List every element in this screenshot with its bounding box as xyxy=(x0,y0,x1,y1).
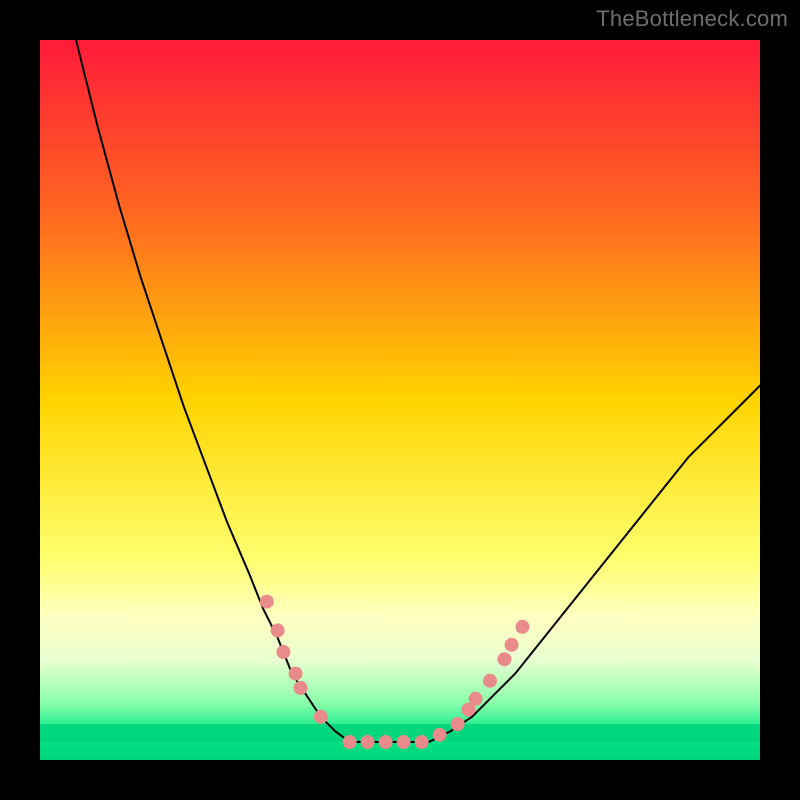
data-marker xyxy=(515,620,529,634)
gradient-background xyxy=(40,40,760,760)
data-marker xyxy=(343,735,357,749)
data-marker xyxy=(289,667,303,681)
data-marker xyxy=(260,595,274,609)
data-marker xyxy=(415,735,429,749)
data-marker xyxy=(294,681,308,695)
plot-area xyxy=(40,40,760,760)
watermark-text: TheBottleneck.com xyxy=(596,6,788,32)
data-marker xyxy=(276,645,290,659)
data-marker xyxy=(271,623,285,637)
data-marker xyxy=(469,692,483,706)
data-marker xyxy=(397,735,411,749)
data-marker xyxy=(483,674,497,688)
data-marker xyxy=(314,710,328,724)
chart-svg xyxy=(40,40,760,760)
data-marker xyxy=(433,728,447,742)
data-marker xyxy=(451,717,465,731)
data-marker xyxy=(497,652,511,666)
chart-frame: TheBottleneck.com xyxy=(0,0,800,800)
data-marker xyxy=(379,735,393,749)
data-marker xyxy=(361,735,375,749)
data-marker xyxy=(505,638,519,652)
